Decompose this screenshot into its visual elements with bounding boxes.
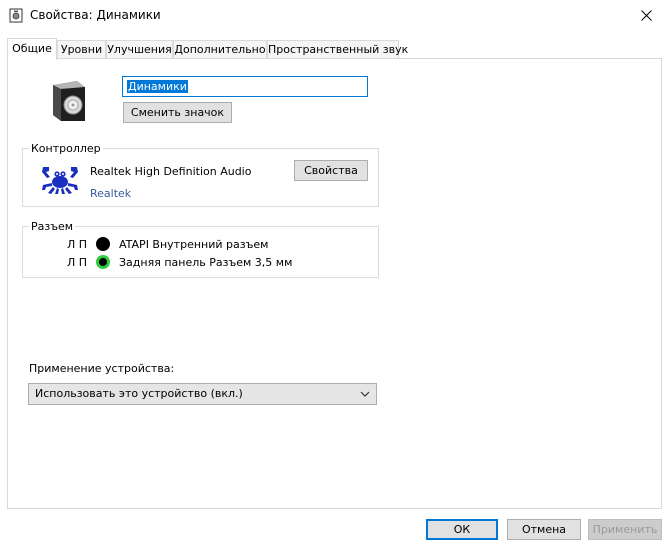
change-icon-button[interactable]: Сменить значок bbox=[123, 102, 232, 123]
tab-levels[interactable]: Уровни bbox=[57, 40, 106, 59]
controller-vendor-link[interactable]: Realtek bbox=[90, 187, 131, 200]
device-usage-label: Применение устройства: bbox=[29, 362, 175, 375]
jack-channels: Л П bbox=[67, 256, 88, 269]
device-usage-selected-value: Использовать это устройство (вкл.) bbox=[35, 387, 243, 400]
jack-channels: Л П bbox=[67, 238, 88, 251]
jack-green-icon bbox=[96, 255, 110, 269]
controller-properties-button[interactable]: Свойства bbox=[294, 160, 368, 181]
window-title: Свойства: Динамики bbox=[30, 8, 161, 22]
speaker-icon bbox=[53, 81, 85, 121]
tab-enhancements[interactable]: Улучшения bbox=[106, 40, 173, 59]
jack-group bbox=[22, 226, 379, 278]
cancel-button[interactable]: Отмена bbox=[507, 519, 581, 540]
title-bar: Свойства: Динамики bbox=[0, 0, 669, 31]
close-icon bbox=[640, 10, 652, 21]
ok-button[interactable]: ОК bbox=[426, 519, 498, 540]
general-tab-panel bbox=[7, 58, 662, 509]
tab-spatial-sound[interactable]: Пространственный звук bbox=[267, 40, 408, 59]
jack-label: ATAPI Внутренний разъем bbox=[119, 238, 269, 251]
close-button[interactable] bbox=[623, 0, 669, 31]
jack-group-title: Разъем bbox=[29, 220, 76, 233]
speaker-app-icon bbox=[9, 8, 23, 23]
jack-black-icon bbox=[96, 237, 110, 251]
tab-general[interactable]: Общие bbox=[7, 38, 57, 60]
chevron-down-icon bbox=[360, 391, 370, 397]
device-usage-select[interactable]: Использовать это устройство (вкл.) bbox=[28, 383, 377, 405]
controller-name: Realtek High Definition Audio bbox=[90, 165, 252, 178]
realtek-crab-logo-icon bbox=[42, 167, 78, 194]
apply-button[interactable]: Применить bbox=[588, 519, 662, 540]
device-name-value: Динамики bbox=[127, 80, 188, 93]
controller-group-title: Контроллер bbox=[29, 142, 103, 155]
device-name-input[interactable]: Динамики bbox=[122, 76, 368, 97]
tab-advanced[interactable]: Дополнительно bbox=[173, 40, 267, 59]
jack-label: Задняя панель Разъем 3,5 мм bbox=[119, 256, 293, 269]
